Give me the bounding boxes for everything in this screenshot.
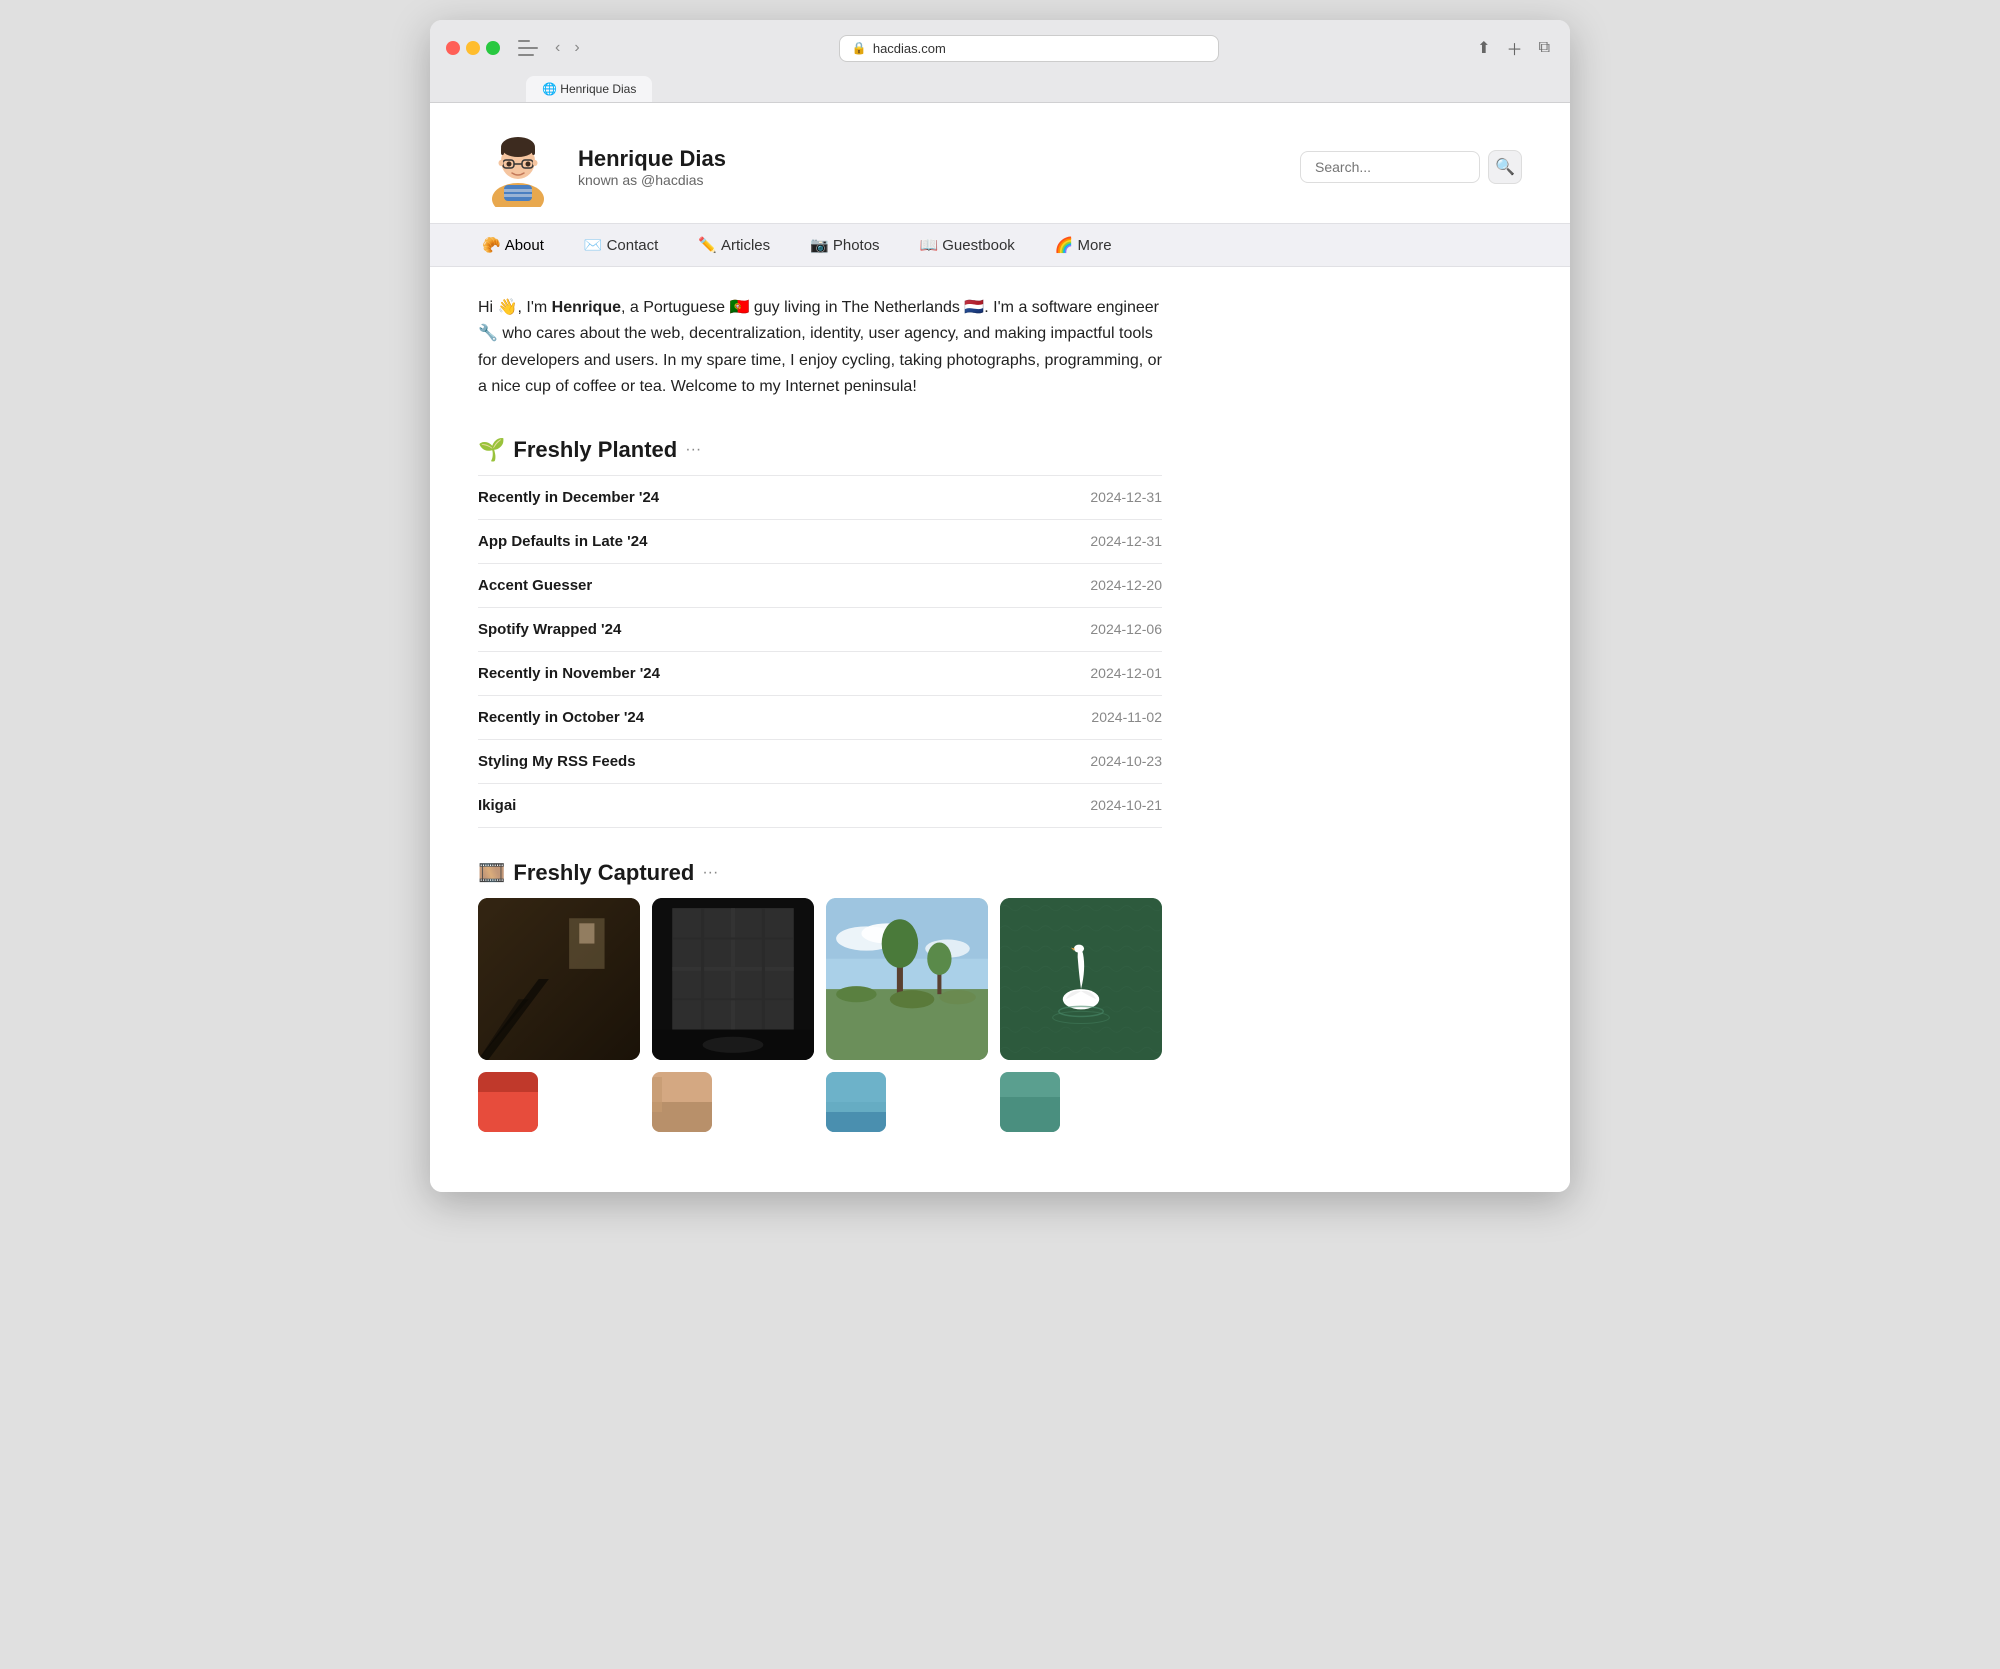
search-button[interactable]: 🔍 [1488, 150, 1522, 184]
table-row[interactable]: Accent Guesser 2024-12-20 [478, 564, 1162, 608]
url-text: hacdias.com [873, 41, 946, 56]
guestbook-emoji: 📖 [920, 236, 939, 254]
avatar [478, 127, 558, 207]
browser-titlebar: ‹ › 🔒 hacdias.com ⬆ ＋ ⧉ [446, 32, 1554, 64]
minimize-button[interactable] [466, 41, 480, 55]
profile-handle: known as @hacdias [578, 172, 726, 188]
page-content: Henrique Dias known as @hacdias 🔍 🥐 Abou… [430, 103, 1570, 1192]
contact-emoji: ✉️ [584, 236, 603, 254]
freshly-planted-title: 🌱 Freshly Planted ··· [478, 437, 1162, 463]
table-row[interactable]: Recently in October '24 2024-11-02 [478, 696, 1162, 740]
traffic-lights [446, 41, 500, 55]
article-date: 2024-10-21 [1090, 797, 1162, 813]
bio-text: Hi 👋, I'm Henrique, a Portuguese 🇵🇹 guy … [478, 295, 1162, 401]
nav-about[interactable]: 🥐 About [462, 224, 564, 266]
profile-name: Henrique Dias [578, 146, 726, 172]
planted-emoji: 🌱 [478, 437, 505, 463]
nav-photos[interactable]: 📷 Photos [790, 224, 899, 266]
bio-who: who [502, 325, 531, 342]
freshly-captured-section: 🎞️ Freshly Captured ··· [478, 860, 1162, 1132]
article-date: 2024-12-06 [1090, 621, 1162, 637]
article-title: Spotify Wrapped '24 [478, 621, 621, 638]
close-button[interactable] [446, 41, 460, 55]
table-row[interactable]: App Defaults in Late '24 2024-12-31 [478, 520, 1162, 564]
photo-item[interactable] [1000, 898, 1162, 1060]
freshly-planted-section: 🌱 Freshly Planted ··· Recently in Decemb… [478, 437, 1162, 828]
nav-about-label: About [505, 237, 544, 254]
captured-title-text: Freshly Captured [513, 860, 694, 886]
photo-item[interactable] [652, 1072, 712, 1132]
tabs-button[interactable]: ⧉ [1535, 35, 1554, 61]
article-date: 2024-12-20 [1090, 577, 1162, 593]
table-row[interactable]: Styling My RSS Feeds 2024-10-23 [478, 740, 1162, 784]
profile-info: Henrique Dias known as @hacdias [578, 146, 726, 188]
nav-articles-label: Articles [721, 237, 770, 254]
tab-icon: 🌐 [542, 82, 557, 96]
nav-guestbook[interactable]: 📖 Guestbook [900, 224, 1035, 266]
nav-contact-label: Contact [607, 237, 659, 254]
photo-item[interactable] [826, 1072, 886, 1132]
table-row[interactable]: Spotify Wrapped '24 2024-12-06 [478, 608, 1162, 652]
nav-more[interactable]: 🌈 More [1035, 224, 1132, 266]
article-title: App Defaults in Late '24 [478, 533, 647, 550]
articles-list: Recently in December '24 2024-12-31 App … [478, 475, 1162, 828]
photo-item[interactable] [478, 898, 640, 1060]
article-date: 2024-12-01 [1090, 665, 1162, 681]
site-header: Henrique Dias known as @hacdias 🔍 [430, 103, 1570, 207]
article-date: 2024-12-31 [1090, 533, 1162, 549]
article-date: 2024-10-23 [1090, 753, 1162, 769]
article-title: Recently in December '24 [478, 489, 659, 506]
profile-section: Henrique Dias known as @hacdias [478, 127, 726, 207]
photo-item[interactable] [652, 898, 814, 1060]
nav-guestbook-label: Guestbook [942, 237, 1015, 254]
browser-window: ‹ › 🔒 hacdias.com ⬆ ＋ ⧉ 🌐 Henrique Dia [430, 20, 1570, 1192]
forward-button[interactable]: › [569, 37, 584, 59]
search-icon: 🔍 [1495, 157, 1515, 177]
photo-item[interactable] [478, 1072, 538, 1132]
sidebar-toggle[interactable] [518, 40, 538, 56]
articles-emoji: ✏️ [698, 236, 717, 254]
back-button[interactable]: ‹ [550, 37, 565, 59]
tab-title: Henrique Dias [560, 82, 636, 96]
search-input[interactable] [1300, 151, 1480, 183]
search-section: 🔍 [1300, 150, 1522, 184]
captured-more-link[interactable]: ··· [702, 864, 718, 882]
article-title: Ikigai [478, 797, 516, 814]
maximize-button[interactable] [486, 41, 500, 55]
planted-title-text: Freshly Planted [513, 437, 677, 463]
photos-grid [478, 898, 1162, 1060]
nav-articles[interactable]: ✏️ Articles [678, 224, 790, 266]
article-title: Recently in October '24 [478, 709, 644, 726]
table-row[interactable]: Recently in November '24 2024-12-01 [478, 652, 1162, 696]
article-date: 2024-12-31 [1090, 489, 1162, 505]
planted-more-link[interactable]: ··· [685, 441, 701, 459]
browser-chrome: ‹ › 🔒 hacdias.com ⬆ ＋ ⧉ 🌐 Henrique Dia [430, 20, 1570, 103]
table-row[interactable]: Recently in December '24 2024-12-31 [478, 476, 1162, 520]
freshly-captured-title: 🎞️ Freshly Captured ··· [478, 860, 1162, 886]
browser-tab[interactable]: 🌐 Henrique Dias [526, 76, 652, 102]
site-nav: 🥐 About ✉️ Contact ✏️ Articles 📷 Photos … [430, 223, 1570, 267]
share-button[interactable]: ⬆ [1473, 34, 1494, 62]
nav-contact[interactable]: ✉️ Contact [564, 224, 678, 266]
nav-more-label: More [1077, 237, 1111, 254]
nav-photos-label: Photos [833, 237, 880, 254]
photo-item[interactable] [826, 898, 988, 1060]
article-title: Recently in November '24 [478, 665, 660, 682]
address-bar[interactable]: 🔒 hacdias.com [839, 35, 1219, 62]
main-content: Hi 👋, I'm Henrique, a Portuguese 🇵🇹 guy … [430, 267, 1210, 1192]
captured-emoji: 🎞️ [478, 860, 505, 886]
article-date: 2024-11-02 [1091, 709, 1162, 725]
photos-emoji: 📷 [810, 236, 829, 254]
article-title: Accent Guesser [478, 577, 592, 594]
new-tab-button[interactable]: ＋ [1503, 32, 1527, 64]
lock-icon: 🔒 [852, 41, 867, 55]
browser-actions: ⬆ ＋ ⧉ [1473, 32, 1554, 64]
nav-arrows: ‹ › [550, 37, 585, 59]
photo-item[interactable] [1000, 1072, 1060, 1132]
article-title: Styling My RSS Feeds [478, 753, 636, 770]
bio-name: Henrique [552, 299, 621, 316]
table-row[interactable]: Ikigai 2024-10-21 [478, 784, 1162, 828]
more-emoji: 🌈 [1055, 236, 1074, 254]
about-emoji: 🥐 [482, 236, 501, 254]
